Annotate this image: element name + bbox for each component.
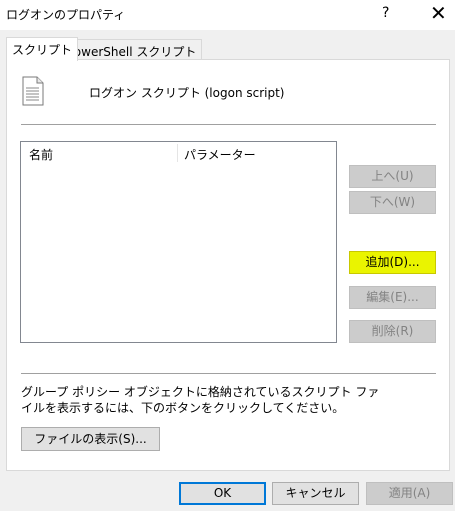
edit-button[interactable]: 編集(E)... — [349, 286, 436, 309]
scripts-list[interactable]: 名前 パラメーター — [20, 141, 337, 343]
cancel-button[interactable]: キャンセル — [272, 482, 359, 505]
tab-scripts[interactable]: スクリプト — [6, 37, 79, 61]
delete-button[interactable]: 削除(R) — [349, 320, 436, 343]
description-text: グループ ポリシー オブジェクトに格納されているスクリプト ファイルを表示するに… — [21, 385, 380, 415]
column-header-parameters[interactable]: パラメーター — [184, 146, 256, 163]
add-button[interactable]: 追加(D)... — [349, 251, 436, 274]
script-file-icon — [22, 76, 44, 106]
show-files-button[interactable]: ファイルの表示(S)... — [21, 427, 160, 451]
help-button[interactable]: ? — [382, 5, 389, 21]
divider — [21, 124, 436, 125]
ok-button[interactable]: OK — [179, 482, 266, 505]
title-bar: ログオンのプロパティ ? ✕ — [0, 0, 455, 30]
window-title: ログオンのプロパティ — [6, 8, 126, 22]
column-header-name[interactable]: 名前 — [29, 146, 53, 163]
move-down-button[interactable]: 下へ(W) — [349, 191, 436, 214]
section-heading: ログオン スクリプト (logon script) — [89, 86, 285, 100]
divider — [21, 373, 436, 374]
close-button[interactable]: ✕ — [430, 1, 447, 25]
move-up-button[interactable]: 上へ(U) — [349, 165, 436, 188]
tab-powershell-scripts[interactable]: PowerShell スクリプト — [61, 39, 203, 61]
logon-properties-dialog: ログオンのプロパティ ? ✕ スクリプト PowerShell スクリプト ログ… — [0, 0, 455, 511]
column-divider[interactable] — [177, 144, 178, 162]
apply-button[interactable]: 適用(A) — [366, 482, 453, 505]
